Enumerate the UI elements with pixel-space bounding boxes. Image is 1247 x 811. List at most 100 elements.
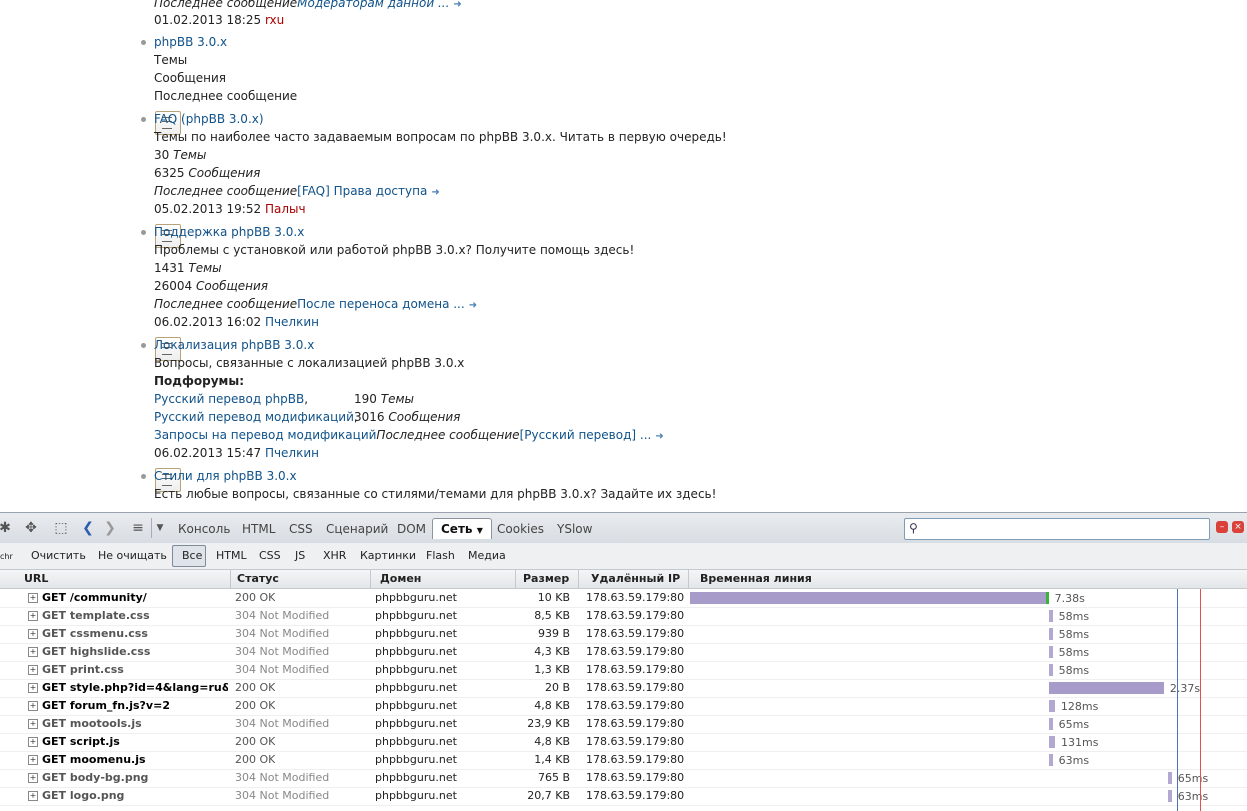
request-size: 8,5 KB — [534, 609, 570, 622]
table-row[interactable]: + GET mootools.js 304 Not Modified phpbbgur… — [0, 715, 1247, 734]
table-row[interactable]: + GET style.php?id=4&lang=ru&v 200 OK phpbb… — [0, 679, 1247, 698]
last-post-date: 06.02.2013 16:02 — [154, 315, 262, 329]
subforum-link[interactable]: Запросы на перевод модификаций — [154, 428, 376, 442]
request-ip: 178.63.59.179:80 — [586, 753, 685, 766]
last-post-user[interactable]: Пчелкин — [265, 315, 319, 329]
col-timeline[interactable]: Временная линия — [700, 572, 812, 585]
list-bullet — [141, 117, 146, 122]
table-row[interactable]: + GET body-bg.png 304 Not Modified phpbbgur… — [0, 769, 1247, 788]
tab-net[interactable]: Сеть ▼ — [432, 518, 492, 539]
close-icon[interactable]: × — [1232, 521, 1244, 533]
last-post-link[interactable]: [FAQ] Права доступа — [297, 184, 427, 198]
minimize-icon[interactable]: – — [1216, 521, 1228, 533]
persist-button[interactable]: Не очищать — [98, 549, 167, 562]
tab-dom[interactable]: DOM — [397, 522, 426, 536]
forum-topics: 190 Темы — [354, 390, 414, 408]
filter-flash[interactable]: Flash — [426, 549, 455, 562]
filter-css[interactable]: CSS — [259, 549, 281, 562]
expand-icon[interactable]: + — [28, 593, 38, 603]
topics-count: 1431 — [154, 261, 185, 275]
search-input[interactable]: ⚲ — [904, 518, 1210, 540]
filter-js[interactable]: JS — [295, 549, 305, 562]
expand-icon[interactable]: + — [28, 665, 38, 675]
forum-link-localization[interactable]: Локализация phpBB 3.0.x — [154, 338, 314, 352]
last-post-user[interactable]: Палыч — [265, 202, 306, 216]
expand-icon[interactable]: + — [28, 737, 38, 747]
last-post-link[interactable]: Модераторам данной ... — [297, 0, 449, 10]
go-to-post-icon[interactable]: ➜ — [431, 184, 439, 202]
table-row[interactable]: + GET template.css 304 Not Modified phpbbgu… — [0, 607, 1247, 626]
expand-icon[interactable]: + — [28, 755, 38, 765]
filter-media[interactable]: Медиа — [468, 549, 506, 562]
expand-icon[interactable]: + — [28, 611, 38, 621]
request-domain: phpbbguru.net — [375, 609, 457, 622]
last-post-user[interactable]: Пчелкин — [265, 446, 319, 460]
table-row[interactable]: + GET cssmenu.css 304 Not Modified phpbbgur… — [0, 625, 1247, 644]
net-table-header: URL Статус Домен Размер Удалённый IP Вре… — [0, 570, 1247, 589]
forum-posts: 6325 Сообщения — [154, 164, 260, 182]
table-row[interactable]: + GET logo.png 304 Not Modified phpbbguru.n… — [0, 787, 1247, 806]
forum-link-styles[interactable]: Стили для phpBB 3.0.x — [154, 469, 297, 483]
col-status[interactable]: Статус — [237, 572, 279, 585]
subforum-link[interactable]: Русский перевод модификаций — [154, 410, 354, 424]
go-to-post-icon[interactable]: ➜ — [453, 0, 461, 14]
table-row[interactable]: + GET forum_fn.js?v=2 200 OK phpbbguru.net 4… — [0, 697, 1247, 716]
expand-icon[interactable]: + — [28, 791, 38, 801]
col-size[interactable]: Размер — [523, 572, 569, 585]
panel-menu-icon[interactable]: ≡ — [127, 518, 149, 538]
topics-label: Темы — [173, 148, 207, 162]
forward-icon[interactable]: ❯ — [99, 518, 121, 538]
expand-icon[interactable]: + — [28, 629, 38, 639]
timeline-bar — [1048, 646, 1053, 658]
go-to-post-icon[interactable]: ➜ — [469, 297, 477, 315]
expand-icon[interactable]: + — [28, 719, 38, 729]
tab-html[interactable]: HTML — [242, 522, 275, 536]
expand-icon[interactable]: + — [28, 683, 38, 693]
last-post-link[interactable]: После переноса домена ... — [297, 297, 465, 311]
forum-last-meta: 06.02.2013 16:02 Пчелкин — [154, 313, 319, 331]
filter-xhr[interactable]: XHR — [323, 549, 346, 562]
table-row[interactable]: + GET moomenu.js 200 OK phpbbguru.net 1,4 KB… — [0, 751, 1247, 770]
last-post-user[interactable]: rxu — [265, 13, 284, 27]
chevron-down-icon[interactable]: ▼ — [151, 518, 168, 538]
last-post-label: Последнее сообщение — [154, 0, 298, 10]
col-domain[interactable]: Домен — [380, 572, 421, 585]
tab-css[interactable]: CSS — [289, 522, 313, 536]
forum-link-faq[interactable]: FAQ (phpBB 3.0.x) — [154, 112, 264, 126]
select-element-icon[interactable]: ⬚ — [50, 518, 72, 538]
request-size: 20,7 KB — [527, 789, 570, 802]
forum-link-support[interactable]: Поддержка phpBB 3.0.x — [154, 225, 304, 239]
table-row[interactable]: + GET script.js 200 OK phpbbguru.net 4,8 KB 1… — [0, 733, 1247, 752]
posts-count: 26004 — [154, 279, 193, 293]
category-link[interactable]: phpBB 3.0.x — [154, 35, 227, 49]
back-icon[interactable]: ❮ — [77, 518, 99, 538]
table-row[interactable]: + GET print.css 304 Not Modified phpbbguru.… — [0, 661, 1247, 680]
tab-cookies[interactable]: Cookies — [497, 522, 544, 536]
clear-button[interactable]: Очистить — [31, 549, 86, 562]
filter-html[interactable]: HTML — [216, 549, 247, 562]
tab-console[interactable]: Консоль — [178, 522, 230, 536]
inspect-icon[interactable]: ✥ — [20, 518, 42, 538]
expand-icon[interactable]: + — [28, 701, 38, 711]
col-url[interactable]: URL — [24, 572, 48, 585]
col-remote-ip[interactable]: Удалённый IP — [591, 572, 680, 585]
go-to-post-icon[interactable]: ➜ — [655, 428, 663, 446]
last-post-link[interactable]: [Русский перевод] ... — [520, 428, 652, 442]
request-domain: phpbbguru.net — [375, 663, 457, 676]
expand-icon[interactable]: + — [28, 773, 38, 783]
subforum-link[interactable]: Русский перевод phpBB — [154, 392, 304, 406]
firebug-bug-icon[interactable]: ✱ — [0, 518, 16, 538]
tab-script[interactable]: Сценарий — [326, 522, 388, 536]
expand-icon[interactable]: + — [28, 647, 38, 657]
tab-yslow[interactable]: YSlow — [557, 522, 592, 536]
last-post-label: Последнее сообщение — [376, 428, 520, 442]
table-row[interactable]: + GET highslide.css 304 Not Modified phpbbg… — [0, 643, 1247, 662]
request-domain: phpbbguru.net — [375, 789, 457, 802]
filter-all[interactable]: Все — [182, 549, 202, 562]
last-post-date: 06.02.2013 15:47 — [154, 446, 262, 460]
posts-count: 3016 — [354, 410, 385, 424]
filter-images[interactable]: Картинки — [360, 549, 416, 562]
table-row[interactable]: + GET /community/200 OK phpbbguru.net 10 KB… — [0, 589, 1247, 608]
persist-label: chr — [0, 552, 13, 561]
tab-net-label: Сеть — [441, 522, 473, 536]
